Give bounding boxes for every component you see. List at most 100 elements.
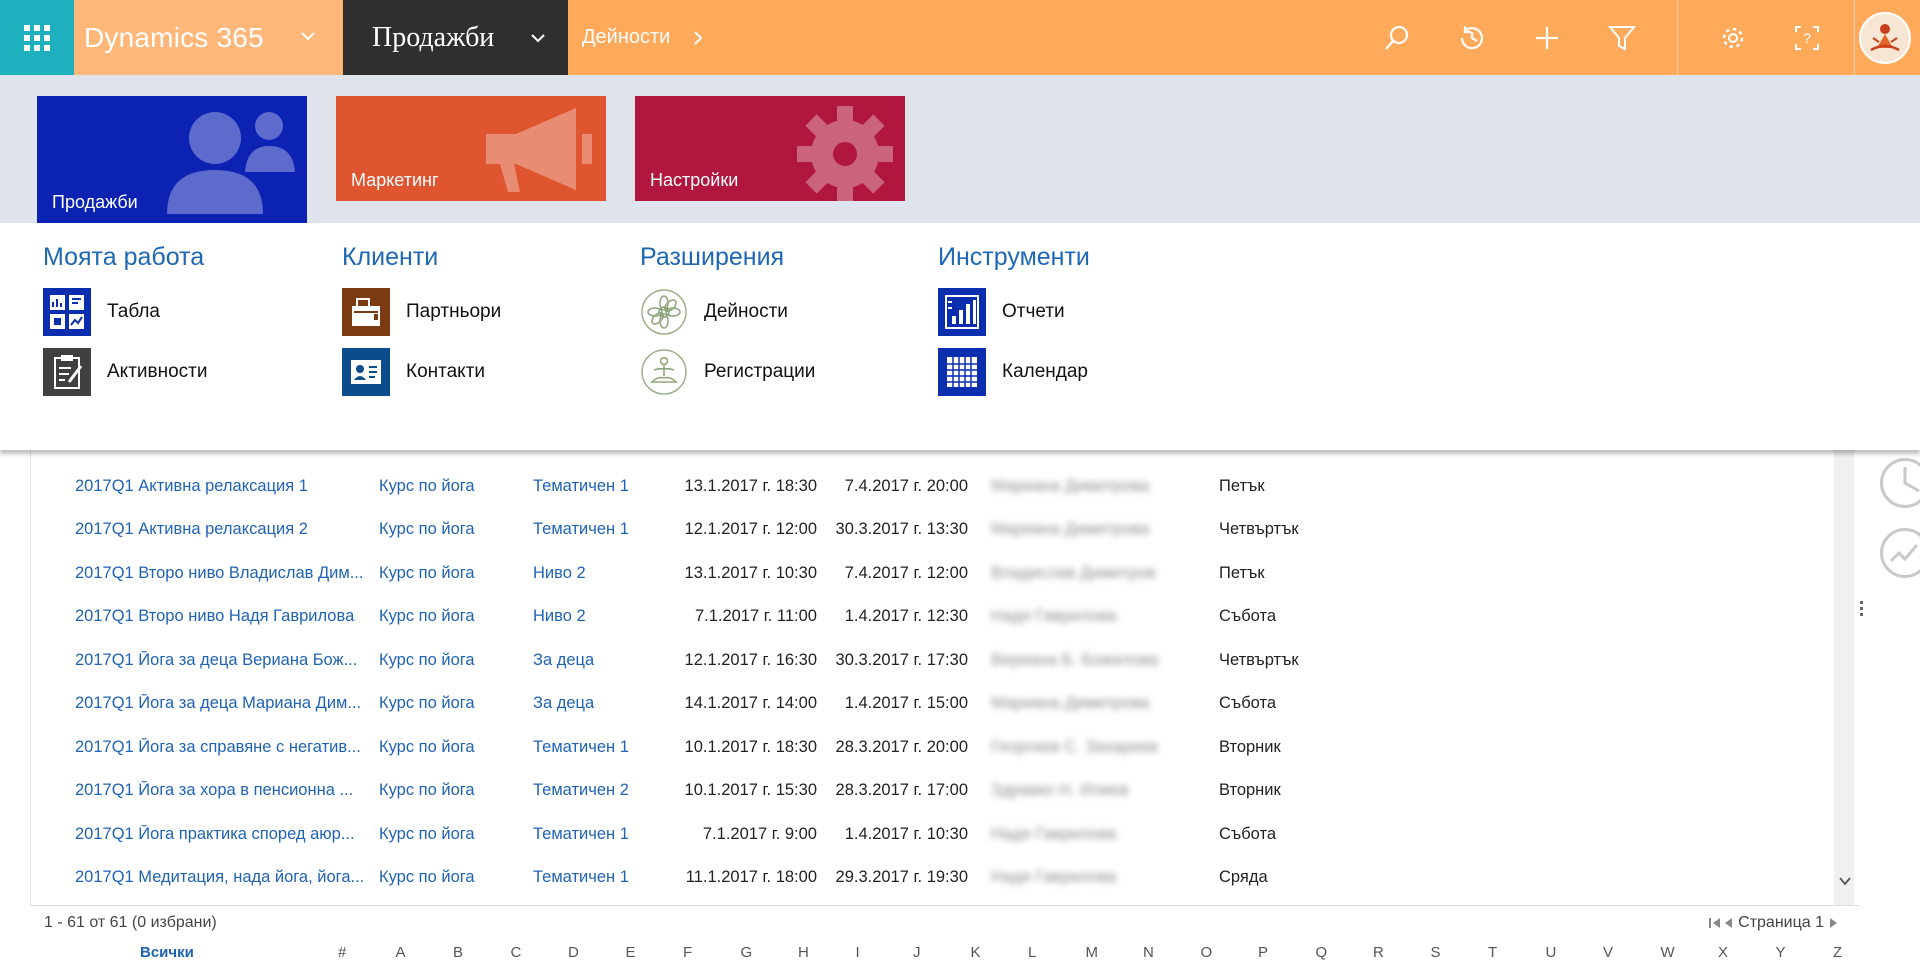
table-row[interactable]: 2017Q1 Йога за деца Мариана Дим... Курс … [31,683,1861,723]
app-launcher-button[interactable] [0,0,74,75]
alphabet-letter[interactable]: N [1143,944,1201,960]
settings-icon[interactable] [1717,22,1749,54]
event-type-link[interactable]: Курс по йога [379,520,509,539]
alphabet-letter[interactable]: W [1661,944,1719,960]
event-name-link[interactable]: 2017Q1 Второ ниво Надя Гаврилова [75,607,367,626]
alphabet-letter[interactable]: S [1431,944,1489,960]
alphabet-letter[interactable]: P [1258,944,1316,960]
table-row[interactable]: 2017Q1 Активна релаксация 2 Курс по йога… [31,509,1861,549]
alphabet-letter[interactable]: E [626,944,684,960]
event-category-link[interactable]: Тематичен 1 [533,738,673,757]
nav-item-registrations[interactable]: Регистрации [640,348,815,396]
table-row[interactable]: 2017Q1 Активна релаксация 1 Курс по йога… [31,466,1861,506]
alphabet-letter[interactable]: B [453,944,511,960]
event-category-link[interactable]: За деца [533,694,673,713]
alphabet-letter[interactable]: U [1546,944,1604,960]
user-avatar[interactable] [1859,12,1911,64]
event-type-link[interactable]: Курс по йога [379,868,509,887]
nav-item-accounts[interactable]: Партньори [342,288,501,336]
table-row[interactable]: 2017Q1 Второ ниво Владислав Дим... Курс … [31,553,1861,593]
nav-item-dashboards[interactable]: Табла [43,288,207,336]
event-category-link[interactable]: Ниво 2 [533,607,673,626]
event-name-link[interactable]: 2017Q1 Йога за деца Мариана Дим... [75,694,367,713]
event-type-link[interactable]: Курс по йога [379,694,509,713]
tile-settings[interactable]: Настройки [635,96,905,201]
previous-page-icon[interactable] [1722,916,1734,930]
event-type-link[interactable]: Курс по йога [379,738,509,757]
alphabet-letter[interactable]: A [396,944,454,960]
first-page-icon[interactable] [1708,916,1722,930]
table-row[interactable]: 2017Q1 Второ ниво Надя Гаврилова Курс по… [31,596,1861,636]
nav-item-events[interactable]: Дейности [640,288,815,336]
alphabet-letter[interactable]: Y [1776,944,1834,960]
nav-item-calendar[interactable]: Календар [938,348,1090,396]
alphabet-letter[interactable]: # [338,944,396,960]
nav-item-reports[interactable]: Отчети [938,288,1090,336]
alphabet-letter[interactable]: K [971,944,1029,960]
event-category-link[interactable]: Тематичен 2 [533,781,673,800]
nav-item-contacts[interactable]: Контакти [342,348,501,396]
event-type-link[interactable]: Курс по йога [379,825,509,844]
breadcrumb[interactable]: Дейности [582,0,704,75]
alphabet-letter[interactable]: X [1718,944,1776,960]
event-category-link[interactable]: Тематичен 1 [533,825,673,844]
filter-icon[interactable] [1606,22,1638,54]
event-name-link[interactable]: 2017Q1 Второ ниво Владислав Дим... [75,564,367,583]
scroll-down-icon[interactable] [1839,876,1851,886]
alphabet-all[interactable]: Всички [140,944,194,960]
alphabet-letter[interactable]: M [1086,944,1144,960]
event-type-link[interactable]: Курс по йога [379,781,509,800]
event-name-link[interactable]: 2017Q1 Медитация, нада йога, йога... [75,868,367,887]
table-row[interactable]: 2017Q1 Йога за справяне с негатив... Кур… [31,727,1861,767]
alphabet-letter[interactable]: Z [1833,944,1860,960]
grid-scrollbar[interactable] [1834,450,1854,905]
event-name-link[interactable]: 2017Q1 Йога за справяне с негатив... [75,738,367,757]
alphabet-letter[interactable]: C [511,944,569,960]
table-row[interactable]: 2017Q1 Йога практика според аюр... Курс … [31,814,1861,854]
event-category-link[interactable]: Ниво 2 [533,564,673,583]
event-type-link[interactable]: Курс по йога [379,651,509,670]
event-type-link[interactable]: Курс по йога [379,564,509,583]
add-icon[interactable] [1531,22,1563,54]
alphabet-letter[interactable]: Q [1316,944,1374,960]
alphabet-letter[interactable]: I [856,944,914,960]
alphabet-letter[interactable]: H [798,944,856,960]
event-name-link[interactable]: 2017Q1 Йога за деца Вериана Бож... [75,651,367,670]
alphabet-letter[interactable]: F [683,944,741,960]
weekday: Петък [1219,563,1265,582]
event-name-link[interactable]: 2017Q1 Активна релаксация 1 [75,477,367,496]
event-category-link[interactable]: Тематичен 1 [533,868,673,887]
brand-switcher[interactable]: Dynamics 365 [74,0,342,75]
event-type-link[interactable]: Курс по йога [379,477,509,496]
tile-sales[interactable]: Продажби [37,96,307,223]
history-icon[interactable] [1456,22,1488,54]
event-type-link[interactable]: Курс по йога [379,607,509,626]
table-row[interactable]: 2017Q1 Медитация, нада йога, йога... Кур… [31,857,1861,897]
nav-item-activities[interactable]: Активности [43,348,207,396]
event-name-link[interactable]: 2017Q1 Йога практика според аюр... [75,825,367,844]
next-page-icon[interactable] [1828,916,1840,930]
event-name-link[interactable]: 2017Q1 Йога за хора в пенсионна ... [75,781,367,800]
chart-pane-icon[interactable] [1880,458,1920,508]
event-name-link[interactable]: 2017Q1 Активна релаксация 2 [75,520,367,539]
event-category-link[interactable]: За деца [533,651,673,670]
search-icon[interactable] [1381,22,1413,54]
app-area-switcher[interactable]: Продажби [343,0,568,75]
alphabet-letter[interactable]: O [1201,944,1259,960]
alphabet-letter[interactable]: L [1028,944,1086,960]
alphabet-letter[interactable]: T [1488,944,1546,960]
help-icon[interactable]: ? [1791,22,1823,54]
alphabet-letter[interactable]: R [1373,944,1431,960]
more-options-icon[interactable] [1860,598,1864,619]
alphabet-letter[interactable]: V [1603,944,1661,960]
table-row[interactable]: 2017Q1 Йога за хора в пенсионна ... Курс… [31,770,1861,810]
dashboard-pane-icon[interactable] [1880,528,1920,578]
alphabet-letter[interactable]: D [568,944,626,960]
megaphone-icon [486,108,592,192]
event-category-link[interactable]: Тематичен 1 [533,477,673,496]
alphabet-letter[interactable]: G [741,944,799,960]
event-category-link[interactable]: Тематичен 1 [533,520,673,539]
alphabet-letter[interactable]: J [913,944,971,960]
tile-marketing[interactable]: Маркетинг [336,96,606,201]
table-row[interactable]: 2017Q1 Йога за деца Вериана Бож... Курс … [31,640,1861,680]
